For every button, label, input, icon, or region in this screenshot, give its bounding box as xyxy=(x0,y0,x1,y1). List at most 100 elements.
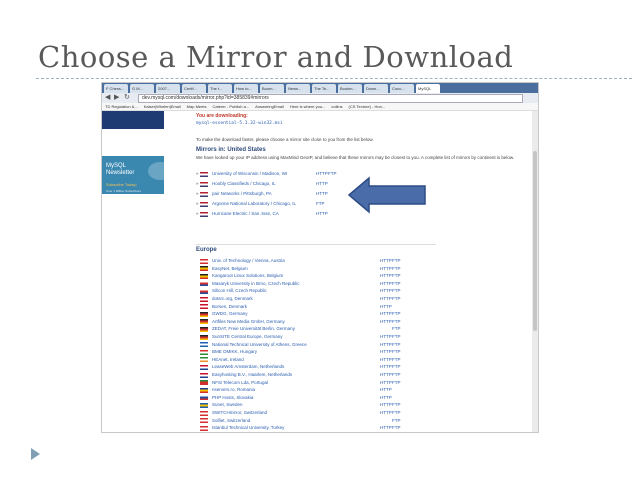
country-flag-icon xyxy=(200,319,208,325)
newsletter-subscribe: Subscribe Today! xyxy=(106,182,137,187)
mirror-link[interactable]: HTTP xyxy=(380,342,392,348)
mirror-name: Hurricane Electric / San Jose, CA xyxy=(212,211,279,216)
country-flag-icon xyxy=(200,288,208,294)
mirror-link[interactable]: FTP xyxy=(392,364,401,370)
country-flag-icon xyxy=(200,171,208,177)
reload-icon[interactable]: ↻ xyxy=(124,94,130,102)
mirror-link[interactable]: FTP xyxy=(392,311,401,317)
bookmark-item[interactable]: TD Regulation &... xyxy=(105,103,138,110)
country-flag-icon xyxy=(200,211,208,217)
mirror-link[interactable]: HTTP xyxy=(380,288,392,294)
browser-tab[interactable]: MySQL xyxy=(416,84,440,93)
mirror-name: HEAnet, Ireland xyxy=(212,356,244,362)
mirror-link[interactable]: HTTP xyxy=(380,349,392,355)
browser-tab[interactable]: News... xyxy=(286,84,310,93)
mirror-name: PHP Hosts, Slovakia xyxy=(212,394,254,400)
bookmark-item[interactable]: Map Meets xyxy=(187,103,207,110)
page-scrollbar[interactable] xyxy=(532,111,538,432)
mirror-link[interactable]: HTTP xyxy=(316,211,328,217)
mirror-link[interactable]: FTP xyxy=(392,326,401,332)
mirror-link[interactable]: HTTP xyxy=(380,273,392,279)
browser-tab[interactable]: Certif... xyxy=(182,84,206,93)
country-flag-icon xyxy=(200,201,208,207)
bookmark-item[interactable]: Here is where you... xyxy=(290,103,326,110)
mirror-link[interactable]: HTTP xyxy=(380,296,392,302)
slide-title: Choose a Mirror and Download xyxy=(38,40,514,74)
bookmark-item[interactable]: Kaiser|Whelen|Email xyxy=(144,103,181,110)
mirror-link[interactable]: HTTP xyxy=(316,191,328,197)
mirror-name: Silicon Hill, Czech Republic xyxy=(212,288,267,294)
country-flag-icon xyxy=(200,304,208,310)
mirror-link[interactable]: FTP xyxy=(392,418,401,424)
country-flag-icon xyxy=(200,410,208,416)
mirror-link[interactable]: FTP xyxy=(392,402,401,408)
mirror-link[interactable]: HTTP xyxy=(380,410,392,416)
mirror-link[interactable]: FTP xyxy=(392,372,401,378)
country-flag-icon xyxy=(200,372,208,378)
mirror-link[interactable]: HTTP xyxy=(380,425,392,431)
mirrors-heading: Mirrors in: United States xyxy=(196,147,266,153)
browser-tab[interactable]: G M... xyxy=(130,84,154,93)
mirror-link[interactable]: FTP xyxy=(392,273,401,279)
browser-tab[interactable]: 2007... xyxy=(156,84,180,93)
mirror-link[interactable]: HTTP xyxy=(380,266,392,272)
mirror-link[interactable]: FTP xyxy=(392,266,401,272)
mirror-link[interactable]: HTTP xyxy=(380,304,392,310)
mirror-link[interactable]: FTP xyxy=(392,380,401,386)
mirror-link[interactable]: HTTP xyxy=(380,334,392,340)
mirror-link[interactable]: HTTP xyxy=(380,395,392,401)
newsletter-banner[interactable]: MySQL Newsletter Subscribe Today! Over 1… xyxy=(102,156,172,194)
mirror-link[interactable]: FTP xyxy=(316,201,325,207)
browser-tab[interactable]: How to... xyxy=(234,84,258,93)
mirror-link[interactable]: FTP xyxy=(392,258,401,264)
bookmark-item[interactable]: collins xyxy=(331,103,342,110)
mirror-link[interactable]: FTP xyxy=(392,425,401,431)
left-arrow-icon xyxy=(347,176,426,214)
address-bar[interactable]: dev.mysql.com/downloads/mirror.php?id=38… xyxy=(138,94,523,103)
mirror-name: SWITCHmirror, Switzerland xyxy=(212,410,268,415)
mirror-link[interactable]: HTTP xyxy=(380,258,392,264)
mirror-name: SunSITE Central Europe, Germany xyxy=(212,334,283,339)
mirror-link[interactable]: HTTP xyxy=(380,281,392,287)
mirror-link[interactable]: HTTP xyxy=(380,372,392,378)
mirror-link[interactable]: HTTP xyxy=(380,402,392,408)
mirror-link[interactable]: FTP xyxy=(392,349,401,355)
mirror-link[interactable]: HTTP xyxy=(380,311,392,317)
mirror-link[interactable]: HTTP xyxy=(380,357,392,363)
mirror-link[interactable]: FTP xyxy=(392,288,401,294)
country-flag-icon xyxy=(200,425,208,431)
mirror-link[interactable]: FTP xyxy=(392,342,401,348)
country-flag-icon xyxy=(200,395,208,401)
mirror-link[interactable]: FTP xyxy=(392,281,401,287)
mirror-link[interactable]: FTP xyxy=(392,357,401,363)
browser-tab[interactable]: Boom... xyxy=(260,84,284,93)
browser-tab[interactable]: The t... xyxy=(208,84,232,93)
browser-tab[interactable]: Conc... xyxy=(390,84,414,93)
mirror-name: Artfiles New Media GmbH, Germany xyxy=(212,318,285,324)
browser-tab[interactable]: F Chess... xyxy=(104,84,128,93)
scrollbar-thumb[interactable] xyxy=(533,151,537,331)
bookmark-item[interactable]: (CS Texture) - Hon... xyxy=(349,103,386,110)
mirror-link[interactable]: HTTP xyxy=(380,319,392,325)
mirror-link[interactable]: FTP xyxy=(392,319,401,325)
mirror-link[interactable]: HTTP xyxy=(380,364,392,370)
bookmark-item[interactable]: AnsweringEmail xyxy=(255,103,284,110)
mirror-link[interactable]: HTTP xyxy=(380,380,392,386)
country-flag-icon xyxy=(200,380,208,386)
browser-tab[interactable]: Down... xyxy=(364,84,388,93)
mirror-link[interactable]: FTP xyxy=(328,171,337,177)
country-flag-icon xyxy=(200,418,208,424)
browser-tab[interactable]: Bookm... xyxy=(338,84,362,93)
mirror-link[interactable]: FTP xyxy=(392,296,401,302)
back-icon[interactable]: ◀ xyxy=(105,94,110,102)
mirror-link[interactable]: HTTP xyxy=(380,387,392,393)
downloading-label: You are downloading: xyxy=(196,113,248,119)
browser-tab[interactable]: The Te... xyxy=(312,84,336,93)
forward-icon[interactable]: ▶ xyxy=(114,94,119,102)
mirror-link[interactable]: HTTP xyxy=(316,181,328,187)
list-bullet-icon: » xyxy=(196,201,199,206)
mirror-link[interactable]: HTTP xyxy=(316,171,328,177)
mirror-link[interactable]: FTP xyxy=(392,410,401,416)
bookmark-item[interactable]: Caterer - Publish a... xyxy=(212,103,249,110)
mirror-link[interactable]: FTP xyxy=(392,334,401,340)
